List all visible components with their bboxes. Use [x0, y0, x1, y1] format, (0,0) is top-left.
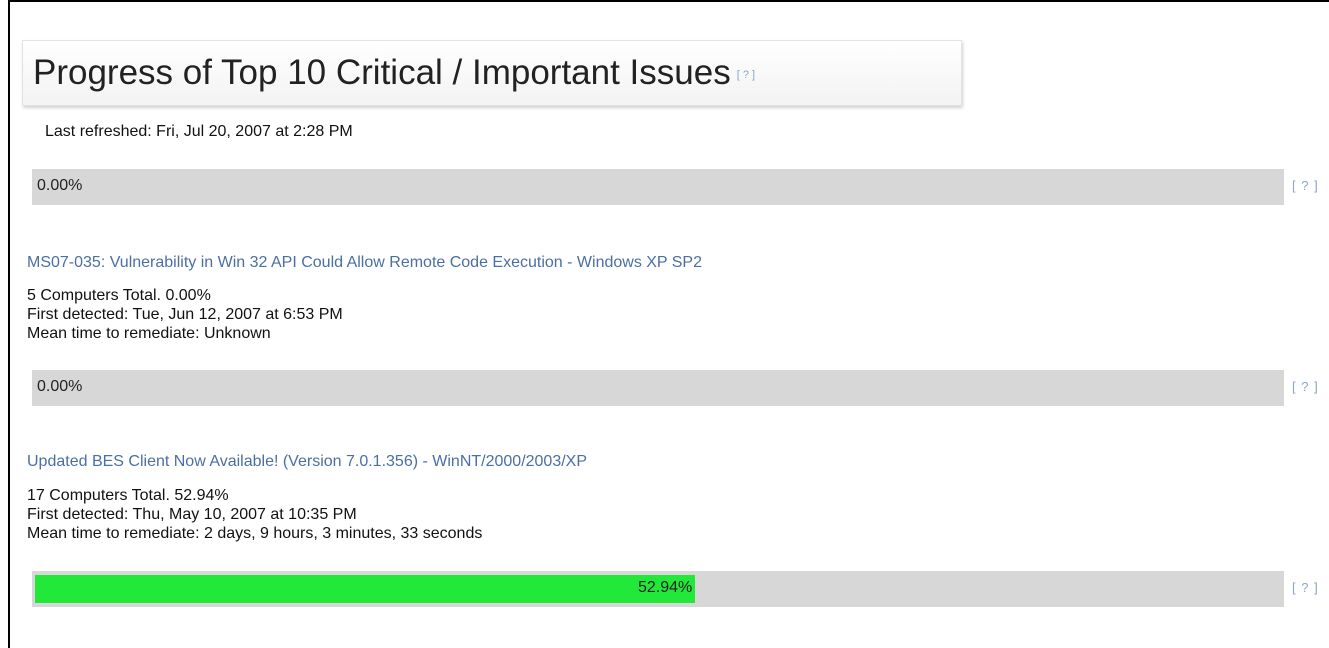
issue-total: 5 Computers Total. 0.00% — [27, 287, 211, 304]
issue-link[interactable]: Updated BES Client Now Available! (Versi… — [27, 453, 587, 471]
issue-progress-label: 52.94% — [638, 579, 693, 596]
issue-first-detected: First detected: Tue, Jun 12, 2007 at 6:5… — [27, 306, 343, 323]
issue-first-detected: First detected: Thu, May 10, 2007 at 10:… — [27, 506, 357, 523]
issue-mean-time: Mean time to remediate: Unknown — [27, 325, 271, 342]
title-panel: Progress of Top 10 Critical / Important … — [22, 40, 962, 106]
issue-help-link[interactable]: [ ? ] — [1292, 580, 1319, 595]
page-title-text: Progress of Top 10 Critical / Important … — [33, 53, 731, 92]
page-title: Progress of Top 10 Critical / Important … — [33, 53, 755, 93]
issue-total: 17 Computers Total. 52.94% — [27, 487, 229, 504]
issue-progress-bar: 52.94% — [32, 571, 1284, 607]
overall-progress-label: 0.00% — [37, 177, 83, 194]
issue-link[interactable]: MS07-035: Vulnerability in Win 32 API Co… — [27, 254, 702, 272]
issue-help-link[interactable]: [ ? ] — [1292, 379, 1319, 394]
overall-progress-bar: 0.00% — [32, 169, 1284, 205]
issue-progress-bar: 0.00% — [32, 370, 1284, 406]
title-help-link[interactable]: [ ? ] — [737, 69, 755, 81]
overall-help-link[interactable]: [ ? ] — [1292, 178, 1319, 193]
issue-progress-fill — [35, 575, 695, 603]
last-refreshed: Last refreshed: Fri, Jul 20, 2007 at 2:2… — [45, 123, 353, 140]
issue-mean-time: Mean time to remediate: 2 days, 9 hours,… — [27, 525, 483, 542]
issue-progress-label: 0.00% — [37, 378, 83, 395]
